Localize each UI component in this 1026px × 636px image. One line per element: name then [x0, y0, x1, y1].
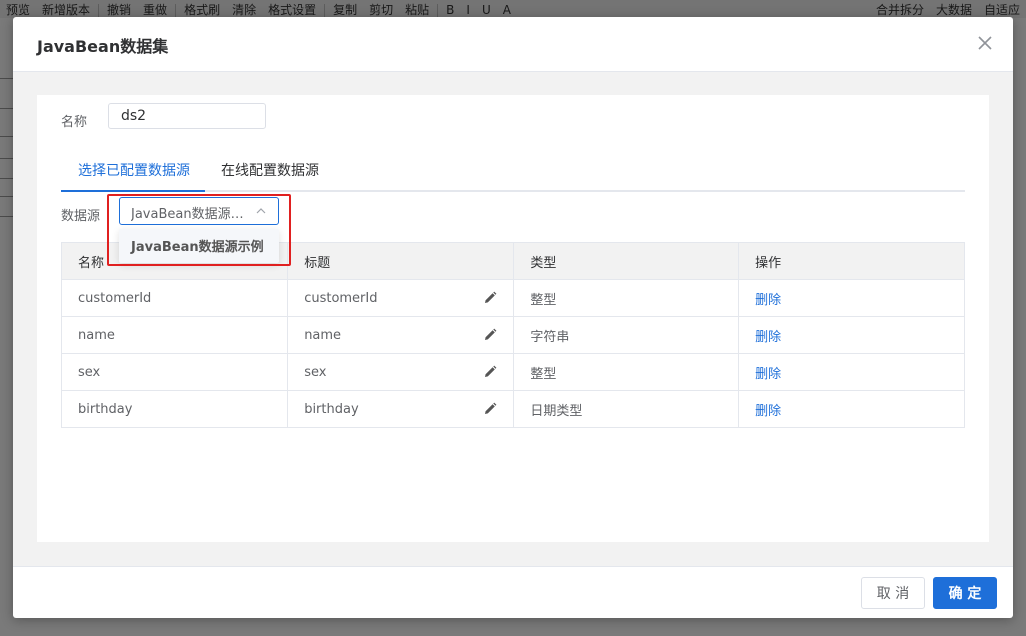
cell-title: name — [287, 316, 515, 354]
content-panel: 名称 选择已配置数据源 在线配置数据源 数据源 JavaBean数据源示例 名称… — [37, 95, 989, 542]
cell-name: sex — [60, 353, 289, 391]
table-row: customerId customerId 整型 删除 — [60, 279, 965, 317]
tab-online-datasource[interactable]: 在线配置数据源 — [221, 160, 319, 180]
delete-link[interactable]: 删除 — [738, 353, 965, 391]
confirm-button[interactable]: 确 定 — [933, 577, 997, 609]
table-row: name name 字符串 删除 — [60, 316, 965, 354]
edit-pencil-icon[interactable] — [483, 365, 497, 379]
edit-pencil-icon[interactable] — [483, 328, 497, 342]
delete-link[interactable]: 删除 — [738, 390, 965, 428]
name-label: 名称 — [61, 115, 88, 130]
edit-pencil-icon[interactable] — [483, 402, 497, 416]
cell-title: sex — [287, 353, 515, 391]
cell-title: birthday — [287, 390, 515, 428]
cell-type: 字符串 — [513, 316, 740, 354]
active-tab-indicator — [61, 190, 205, 192]
delete-link[interactable]: 删除 — [738, 316, 965, 354]
chevron-up-icon — [256, 208, 266, 214]
dialog-body: 名称 选择已配置数据源 在线配置数据源 数据源 JavaBean数据源示例 名称… — [13, 72, 1013, 566]
datasource-select-value: JavaBean数据源示例 — [131, 207, 249, 222]
column-header-action: 操作 — [738, 242, 965, 280]
cell-title-text: customerId — [304, 290, 378, 306]
dialog-title: JavaBean数据集 — [37, 37, 169, 56]
delete-link[interactable]: 删除 — [738, 279, 965, 317]
edit-pencil-icon[interactable] — [483, 291, 497, 305]
cancel-button[interactable]: 取 消 — [861, 577, 925, 609]
cell-title-text: sex — [304, 364, 327, 380]
column-header-title: 标题 — [287, 242, 515, 280]
datasource-select[interactable]: JavaBean数据源示例 — [119, 197, 279, 225]
datasource-option[interactable]: JavaBean数据源示例 — [131, 236, 264, 255]
cell-name: customerId — [60, 279, 289, 317]
cell-name: birthday — [60, 390, 289, 428]
datasource-label: 数据源 — [61, 209, 101, 224]
column-header-type: 类型 — [513, 242, 740, 280]
tabs: 选择已配置数据源 在线配置数据源 — [61, 157, 965, 192]
cell-type: 整型 — [513, 353, 740, 391]
table-row: birthday birthday 日期类型 删除 — [60, 390, 965, 428]
name-input[interactable] — [108, 103, 266, 129]
tab-configured-datasource[interactable]: 选择已配置数据源 — [78, 160, 190, 180]
fields-table: 名称 标题 类型 操作 customerId customerId 整型 删除 — [60, 242, 965, 428]
cell-title-text: name — [304, 327, 342, 343]
cell-type: 整型 — [513, 279, 740, 317]
cell-type: 日期类型 — [513, 390, 740, 428]
cell-name: name — [60, 316, 289, 354]
dialog-footer: 取 消 确 定 — [13, 566, 1013, 619]
close-icon[interactable] — [977, 35, 993, 51]
table-row: sex sex 整型 删除 — [60, 353, 965, 391]
cell-title-text: birthday — [304, 401, 359, 417]
datasource-dropdown: JavaBean数据源示例 — [119, 229, 279, 263]
dialog-header: JavaBean数据集 — [13, 17, 1013, 72]
cell-title: customerId — [287, 279, 515, 317]
javabean-dataset-dialog: JavaBean数据集 名称 选择已配置数据源 在线配置数据源 数据源 Java… — [13, 17, 1013, 618]
